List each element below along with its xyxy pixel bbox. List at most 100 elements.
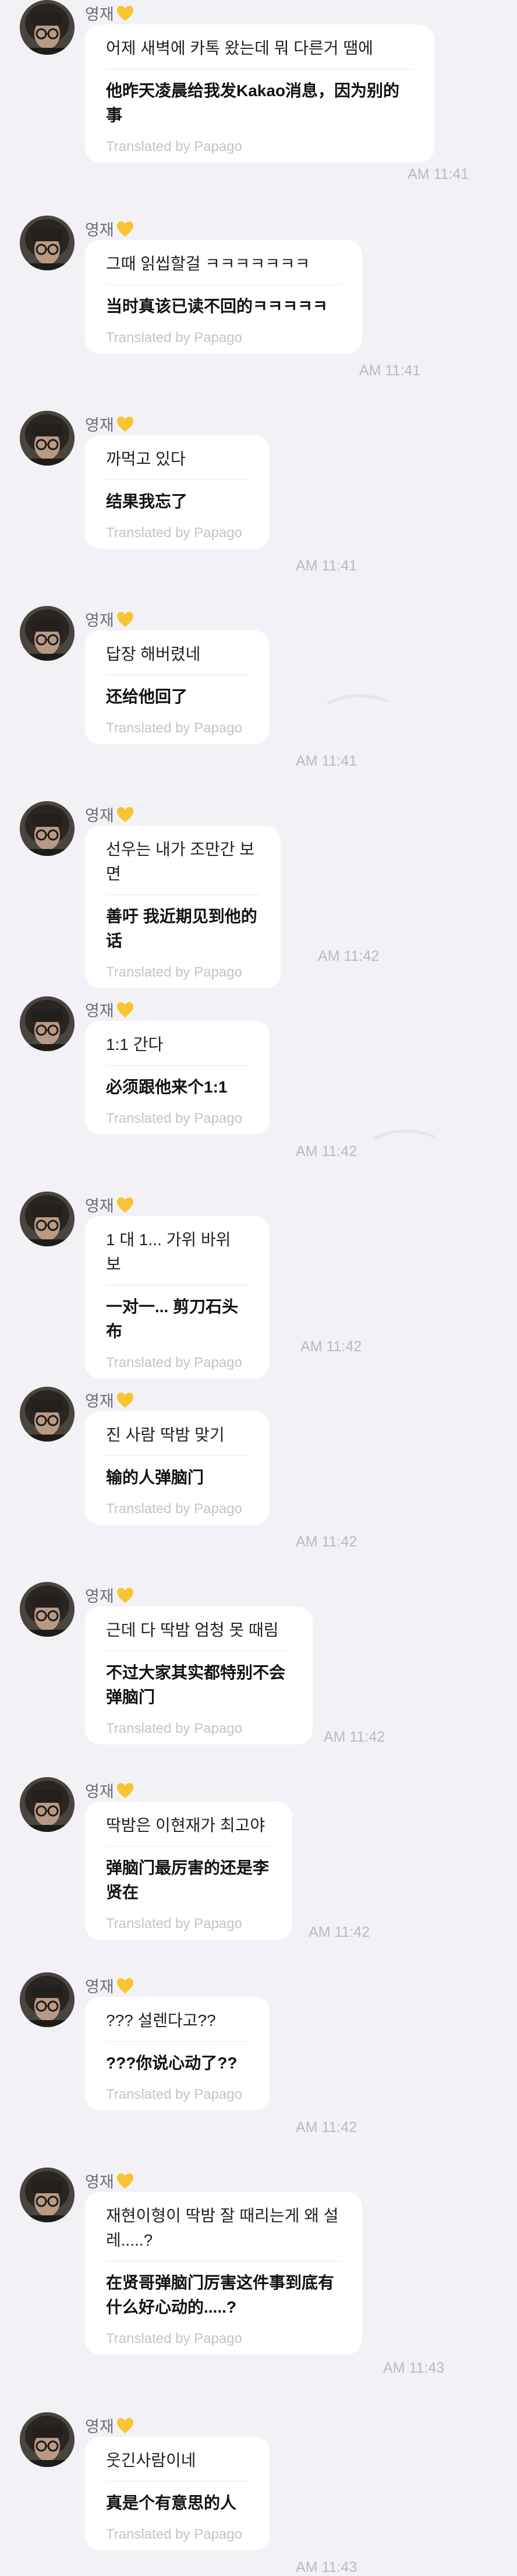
translated-message-text: 在贤哥弹脑门厉害这件事到底有什么好心动的.....? — [106, 2274, 335, 2316]
message-timestamp: AM 11:41 — [359, 362, 421, 379]
translation-credit: Translated by Papago — [106, 1721, 242, 1736]
sender-name: 영재 — [85, 1783, 114, 1800]
decorative-swoosh — [373, 1126, 437, 1141]
original-message-text: ??? 설렌다고?? — [106, 2008, 249, 2042]
message-timestamp: AM 11:42 — [296, 1534, 357, 1550]
translation-credit: Translated by Papago — [106, 525, 242, 541]
sender-name: 영재 — [85, 417, 114, 434]
translated-message-text: 当时真该已读不回的ㅋㅋㅋㅋㅋ — [106, 297, 328, 315]
sender-name: 영재 — [85, 612, 114, 629]
translation-credit: Translated by Papago — [106, 330, 242, 346]
original-message-text: 근데 다 딱밤 엄청 못 때림 — [106, 1618, 292, 1651]
message-bubble[interactable]: 1 대 1... 가위 바위 보 一对一... 剪刀石头布 Translated b… — [85, 1216, 270, 1379]
translated-message-text: ???你说心动了?? — [106, 2054, 238, 2072]
translated-message-text: 结果我忘了 — [106, 492, 188, 510]
original-message-text: 그때 읽씹할걸 ㅋㅋㅋㅋㅋㅋㅋ — [106, 252, 341, 285]
sender-name-row: 영재 — [85, 1974, 134, 1997]
message-timestamp: AM 11:43 — [296, 2559, 357, 2575]
original-message-text: 딱밤은 이현재가 최고야 — [106, 1813, 271, 1846]
translation-credit: Translated by Papago — [106, 1355, 242, 1370]
message-bubble[interactable]: 까먹고 있다 结果我忘了 Translated by Papago — [85, 435, 270, 549]
sender-avatar[interactable] — [20, 1387, 75, 1442]
sender-name-row: 영재 — [85, 608, 134, 630]
original-message-text: 어제 새벽에 카톡 왔는데 뭐 다른거 땜에 — [106, 36, 413, 69]
translation-credit: Translated by Papago — [106, 2331, 242, 2346]
message-timestamp: AM 11:41 — [296, 558, 357, 574]
original-message-text: 1:1 간다 — [106, 1032, 249, 1066]
message-bubble[interactable]: 답장 해버렸네 还给他回了 Translated by Papago — [85, 630, 270, 744]
sender-name-row: 영재 — [85, 998, 134, 1021]
translated-message-text: 善吁 我近期见到他的话 — [106, 907, 257, 950]
sender-avatar[interactable] — [20, 216, 75, 270]
sender-name: 영재 — [85, 1588, 114, 1605]
translation-credit: Translated by Papago — [106, 1111, 242, 1126]
yellow-heart-icon — [116, 611, 134, 628]
sender-name-row: 영재 — [85, 1389, 134, 1411]
yellow-heart-icon — [116, 415, 134, 433]
yellow-heart-icon — [116, 220, 134, 238]
message-bubble[interactable]: 근데 다 딱밤 엄청 못 때림 不过大家其实都特别不会弹脑门 Translated … — [85, 1606, 313, 1745]
original-message-text: 재현이형이 딱밤 잘 때리는게 왜 설레.....? — [106, 2204, 341, 2261]
original-message-text: 답장 해버렸네 — [106, 642, 249, 675]
yellow-heart-icon — [116, 1977, 134, 1994]
message-timestamp: AM 11:42 — [296, 1143, 357, 1160]
sender-avatar[interactable] — [20, 1582, 75, 1637]
yellow-heart-icon — [116, 1587, 134, 1604]
yellow-heart-icon — [116, 1391, 134, 1409]
sender-avatar[interactable] — [20, 2168, 75, 2222]
message-bubble[interactable]: ??? 설렌다고?? ???你说心动了?? Translated by Papago — [85, 1997, 270, 2110]
translation-credit: Translated by Papago — [106, 964, 242, 980]
sender-avatar[interactable] — [20, 801, 75, 856]
sender-avatar[interactable] — [20, 1192, 75, 1246]
message-bubble[interactable]: 어제 새벽에 카톡 왔는데 뭐 다른거 땜에 他昨天凌晨给我发Kakao消息，因为… — [85, 24, 434, 163]
message-timestamp: AM 11:41 — [296, 753, 357, 769]
message-timestamp: AM 11:42 — [324, 1729, 385, 1745]
message-bubble[interactable]: 그때 읽씹할걸 ㅋㅋㅋㅋㅋㅋㅋ当时真该已读不回的ㅋㅋㅋㅋㅋ Translated … — [85, 240, 362, 354]
message-bubble[interactable]: 진 사람 딱밤 맞기 输的人弹脑门 Translated by Papago — [85, 1411, 270, 1525]
sender-name-row: 영재 — [85, 2, 134, 24]
sender-name: 영재 — [85, 1197, 114, 1215]
message-timestamp: AM 11:42 — [309, 1924, 370, 1940]
original-message-text: 까먹고 있다 — [106, 447, 249, 480]
yellow-heart-icon — [116, 2417, 134, 2434]
message-bubble[interactable]: 웃긴사람이네 真是个有意思的人 Translated by Papago — [85, 2437, 270, 2550]
message-timestamp: AM 11:43 — [383, 2360, 445, 2376]
translated-message-text: 一对一... 剪刀石头布 — [106, 1298, 239, 1340]
sender-name: 영재 — [85, 1002, 114, 1020]
sender-name: 영재 — [85, 1393, 114, 1410]
original-message-text: 선우는 내가 조만간 보면 — [106, 837, 260, 895]
sender-name-row: 영재 — [85, 2169, 134, 2192]
translation-credit: Translated by Papago — [106, 1501, 242, 1517]
original-message-text: 1 대 1... 가위 바위 보 — [106, 1228, 249, 1285]
sender-name: 영재 — [85, 1978, 114, 1996]
sender-avatar[interactable] — [20, 996, 75, 1051]
message-bubble[interactable]: 선우는 내가 조만간 보면 善吁 我近期见到他的话 Translated by Pa… — [85, 826, 281, 988]
sender-avatar[interactable] — [20, 1972, 75, 2027]
sender-name-row: 영재 — [85, 1779, 134, 1802]
sender-name-row: 영재 — [85, 2414, 134, 2437]
message-bubble[interactable]: 1:1 간다 必须跟他来个1:1 Translated by Papago — [85, 1021, 270, 1134]
message-bubble[interactable]: 재현이형이 딱밤 잘 때리는게 왜 설레.....? 在贤哥弹脑门厉害这件事到底有… — [85, 2192, 362, 2355]
translated-message-text: 弹脑门最厉害的还是李贤在 — [106, 1859, 270, 1901]
translated-message-text: 不过大家其实都特别不会弹脑门 — [106, 1664, 286, 1706]
sender-name: 영재 — [85, 807, 114, 824]
sender-avatar[interactable] — [20, 0, 75, 55]
translated-message-text: 还给他回了 — [106, 688, 188, 706]
sender-name: 영재 — [85, 2173, 114, 2191]
message-bubble[interactable]: 딱밤은 이현재가 최고야 弹脑门最厉害的还是李贤在 Translated by Pa… — [85, 1802, 292, 1940]
translated-message-text: 真是个有意思的人 — [106, 2494, 237, 2512]
sender-name: 영재 — [85, 221, 114, 239]
sender-avatar[interactable] — [20, 1777, 75, 1832]
message-timestamp: AM 11:42 — [318, 948, 380, 964]
sender-name-row: 영재 — [85, 217, 134, 240]
translation-credit: Translated by Papago — [106, 139, 242, 154]
sender-avatar[interactable] — [20, 606, 75, 661]
original-message-text: 웃긴사람이네 — [106, 2448, 249, 2482]
message-timestamp: AM 11:42 — [296, 2119, 357, 2135]
sender-avatar[interactable] — [20, 2412, 75, 2467]
sender-avatar[interactable] — [20, 411, 75, 466]
sender-name-row: 영재 — [85, 803, 134, 826]
yellow-heart-icon — [116, 806, 134, 823]
translated-message-text: 输的人弹脑门 — [106, 1468, 204, 1486]
yellow-heart-icon — [116, 2172, 134, 2190]
